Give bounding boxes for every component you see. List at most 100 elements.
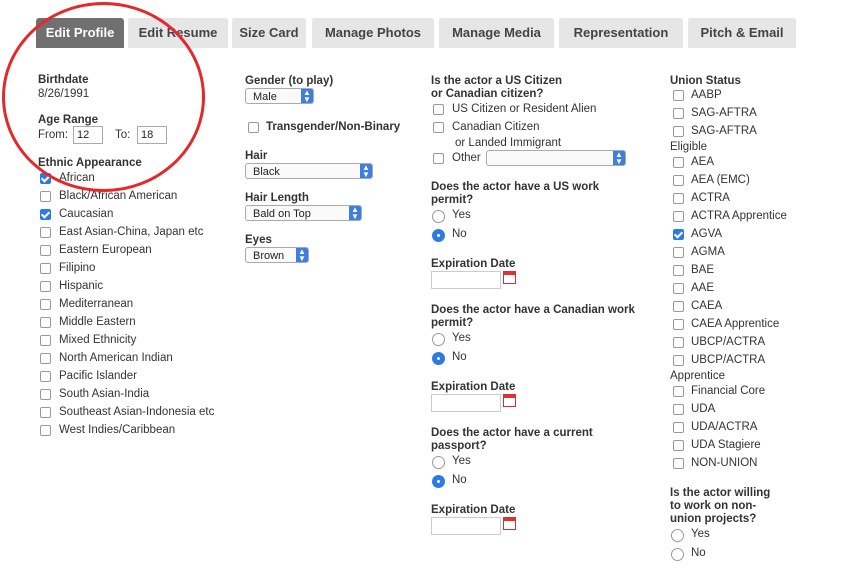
transgender-checkbox[interactable]: [248, 122, 259, 133]
ethnic-option-label: Mediterranean: [59, 298, 134, 310]
union-checkbox[interactable]: [673, 355, 684, 366]
ethnic-option-label: Pacific Islander: [59, 370, 137, 382]
union-checkbox[interactable]: [673, 157, 684, 168]
ethnic-checkbox[interactable]: [40, 299, 51, 310]
gender-label: Gender (to play): [245, 75, 334, 87]
ethnic-option-label: Black/African American: [59, 190, 178, 202]
union-option-label: NON-UNION: [691, 457, 758, 469]
ethnic-checkbox[interactable]: [40, 353, 51, 364]
ethnic-option-label: North American Indian: [59, 352, 173, 364]
tab-pitch-email[interactable]: Pitch & Email: [688, 18, 796, 48]
ca-permit-label-2: permit?: [431, 317, 474, 329]
chevron-updown-icon: ▲ ▼: [301, 89, 313, 104]
union-checkbox[interactable]: [673, 193, 684, 204]
union-checkbox[interactable]: [673, 319, 684, 330]
ethnic-checkbox[interactable]: [40, 245, 51, 256]
exp1-date-input[interactable]: [431, 271, 501, 289]
calendar-icon[interactable]: [503, 394, 516, 407]
union-checkbox[interactable]: [673, 90, 684, 101]
calendar-icon[interactable]: [503, 517, 516, 530]
union-checkbox[interactable]: [673, 386, 684, 397]
annotation-circle: [2, 2, 205, 192]
citizen-other-select[interactable]: ▲ ▼: [486, 150, 626, 166]
us-permit-yes-label: Yes: [452, 209, 471, 221]
us-permit-no-radio[interactable]: [432, 229, 445, 242]
union-checkbox[interactable]: [673, 422, 684, 433]
union-option-label: ACTRA: [691, 192, 730, 204]
union-checkbox[interactable]: [673, 175, 684, 186]
union-option-label: UDA Stagiere: [691, 439, 761, 451]
union-checkbox[interactable]: [673, 283, 684, 294]
union-option-label: UBCP/ACTRA: [691, 354, 766, 366]
tab-manage-photos[interactable]: Manage Photos: [312, 18, 434, 48]
union-checkbox[interactable]: [673, 126, 684, 137]
citizen-us-checkbox[interactable]: [433, 104, 444, 115]
chevron-updown-icon: ▲ ▼: [613, 151, 625, 166]
ethnic-option-label: Middle Eastern: [59, 316, 136, 328]
ethnic-checkbox[interactable]: [40, 335, 51, 346]
ca-permit-no-radio[interactable]: [432, 352, 445, 365]
chevron-updown-icon: ▲ ▼: [349, 206, 361, 221]
gender-select[interactable]: Male ▲ ▼: [245, 88, 314, 104]
exp2-date-input[interactable]: [431, 394, 501, 412]
eyes-select[interactable]: Brown ▲ ▼: [245, 247, 309, 263]
union-checkbox[interactable]: [673, 247, 684, 258]
hair-length-value: Bald on Top: [253, 208, 311, 220]
hair-select[interactable]: Black ▲ ▼: [245, 163, 373, 179]
union-option-label: UDA: [691, 403, 716, 415]
citizen-canadian-checkbox[interactable]: [433, 122, 444, 133]
union-checkbox[interactable]: [673, 265, 684, 276]
union-option-label: UBCP/ACTRA: [691, 336, 766, 348]
ethnic-checkbox[interactable]: [40, 191, 51, 202]
union-checkbox[interactable]: [673, 301, 684, 312]
citizen-other-label: Other: [452, 152, 481, 164]
union-option-label: ACTRA Apprentice: [691, 210, 787, 222]
ethnic-checkbox[interactable]: [40, 263, 51, 274]
union-option-label: AEA: [691, 156, 715, 168]
exp2-label: Expiration Date: [431, 381, 516, 393]
us-permit-label-2: permit?: [431, 194, 474, 206]
tab-size-card[interactable]: Size Card: [232, 18, 306, 48]
hair-label: Hair: [245, 150, 268, 162]
union-checkbox[interactable]: [673, 211, 684, 222]
union-checkbox[interactable]: [673, 404, 684, 415]
chevron-updown-icon: ▲ ▼: [360, 164, 372, 179]
us-permit-yes-radio[interactable]: [432, 210, 445, 223]
hair-length-select[interactable]: Bald on Top ▲ ▼: [245, 205, 362, 221]
ethnic-checkbox[interactable]: [40, 317, 51, 328]
union-checkbox[interactable]: [673, 229, 684, 240]
exp3-date-input[interactable]: [431, 517, 501, 535]
ethnic-option-label: Eastern European: [59, 244, 152, 256]
us-permit-label-1: Does the actor have a US work: [431, 181, 600, 193]
ethnic-checkbox[interactable]: [40, 407, 51, 418]
union-checkbox[interactable]: [673, 108, 684, 119]
union-option-suffix: Eligible: [670, 141, 708, 153]
union-checkbox[interactable]: [673, 337, 684, 348]
ca-permit-label-1: Does the actor have a Canadian work: [431, 304, 635, 316]
ethnic-checkbox[interactable]: [40, 227, 51, 238]
ca-permit-yes-label: Yes: [452, 332, 471, 344]
nonunion-label-1: Is the actor willing: [670, 487, 771, 499]
nonunion-no-radio[interactable]: [671, 548, 684, 561]
tab-manage-media[interactable]: Manage Media: [439, 18, 554, 48]
passport-yes-radio[interactable]: [432, 456, 445, 469]
union-option-label: SAG-AFTRA: [691, 125, 757, 137]
citizen-other-checkbox[interactable]: [433, 153, 444, 164]
nonunion-yes-radio[interactable]: [671, 529, 684, 542]
passport-no-radio[interactable]: [432, 475, 445, 488]
union-checkbox[interactable]: [673, 440, 684, 451]
ethnic-option-label: Southeast Asian-Indonesia etc: [59, 406, 215, 418]
citizen-label-2: or Canadian citizen?: [431, 88, 544, 100]
union-checkbox[interactable]: [673, 458, 684, 469]
tab-representation[interactable]: Representation: [559, 18, 683, 48]
ethnic-checkbox[interactable]: [40, 371, 51, 382]
ethnic-checkbox[interactable]: [40, 209, 51, 220]
transgender-label: Transgender/Non-Binary: [266, 121, 401, 133]
passport-yes-label: Yes: [452, 455, 471, 467]
ethnic-checkbox[interactable]: [40, 425, 51, 436]
calendar-icon[interactable]: [503, 271, 516, 284]
ca-permit-yes-radio[interactable]: [432, 333, 445, 346]
union-option-label: AAE: [691, 282, 715, 294]
ethnic-checkbox[interactable]: [40, 281, 51, 292]
ethnic-checkbox[interactable]: [40, 389, 51, 400]
